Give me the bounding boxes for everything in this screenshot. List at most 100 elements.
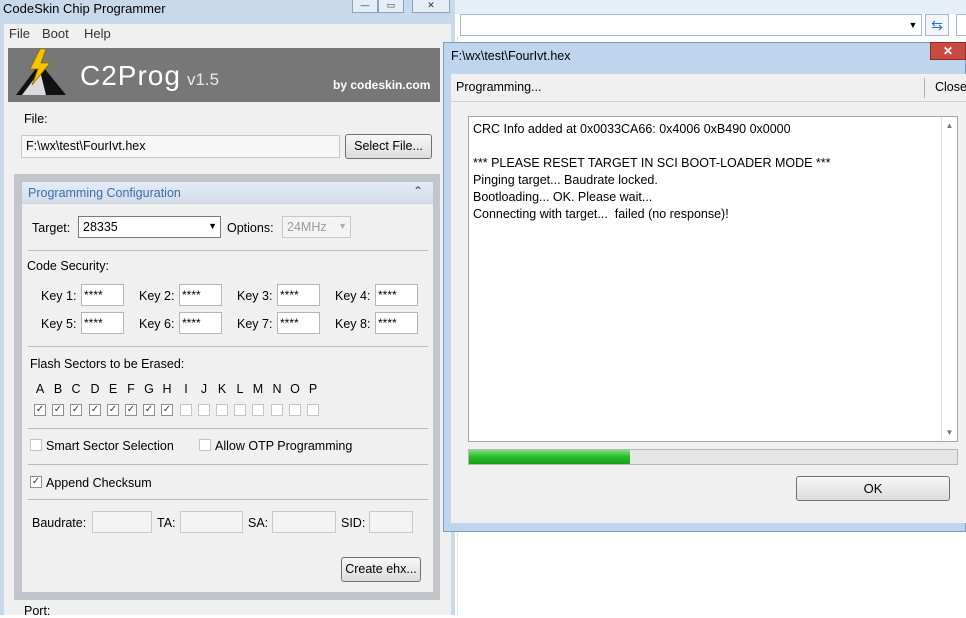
sector-n-checkbox[interactable] (271, 404, 283, 416)
scroll-down-icon[interactable]: ▼ (942, 428, 957, 437)
dialog-close-button[interactable]: Close (935, 80, 966, 94)
app-name-text: C2Prog (80, 60, 181, 91)
background-search-field[interactable] (956, 14, 966, 36)
key-3-input[interactable]: **** (277, 284, 320, 306)
append-checksum-checkbox[interactable]: ✓ (30, 476, 42, 488)
app-version: v1.5 (186, 70, 220, 89)
key-1-label: Key 1: (41, 289, 77, 303)
sector-p-label: P (308, 382, 318, 396)
sector-e-label: E (108, 382, 118, 396)
banner-byline: by codeskin.com (333, 78, 431, 92)
sector-e-checkbox[interactable]: ✓ (107, 404, 119, 416)
ok-button[interactable]: OK (796, 476, 950, 501)
divider (28, 250, 428, 251)
key-8-label: Key 8: (335, 317, 371, 331)
lightning-pyramid-logo (16, 49, 66, 95)
sector-a-checkbox[interactable]: ✓ (34, 404, 46, 416)
maximize-button[interactable]: ▭ (378, 0, 404, 13)
sector-i-checkbox[interactable] (180, 404, 192, 416)
key-7-label: Key 7: (237, 317, 273, 331)
app-banner: C2Prog v1.5 by codeskin.com (8, 48, 440, 102)
background-address-combo[interactable]: ▼ (460, 14, 922, 36)
smart-sector-label: Smart Sector Selection (46, 439, 174, 453)
sector-g-checkbox[interactable]: ✓ (143, 404, 155, 416)
key-7-input[interactable]: **** (277, 312, 320, 334)
select-file-button[interactable]: Select File... (345, 134, 432, 159)
close-window-button[interactable]: ✕ (412, 0, 450, 13)
progress-fill (469, 450, 631, 464)
smart-sector-checkbox[interactable] (30, 439, 42, 451)
divider (28, 428, 428, 429)
scroll-up-icon[interactable]: ▲ (942, 121, 957, 130)
sector-a-label: A (35, 382, 45, 396)
sector-l-checkbox[interactable] (234, 404, 246, 416)
divider (28, 464, 428, 465)
window-title: CodeSkin Chip Programmer (3, 1, 166, 16)
options-select[interactable]: 24MHz ▼ (282, 216, 351, 238)
sid-input[interactable] (369, 511, 413, 533)
menu-file[interactable]: File (9, 26, 30, 41)
sa-input[interactable] (272, 511, 336, 533)
sector-g-label: G (144, 382, 154, 396)
sector-d-checkbox[interactable]: ✓ (89, 404, 101, 416)
options-label: Options: (227, 221, 274, 235)
sector-o-checkbox[interactable] (289, 404, 301, 416)
key-8-input[interactable]: **** (375, 312, 418, 334)
sector-p-checkbox[interactable] (307, 404, 319, 416)
sector-m-checkbox[interactable] (252, 404, 264, 416)
menu-boot[interactable]: Boot (42, 26, 69, 41)
chevron-down-icon: ▼ (338, 221, 347, 231)
sectors-label: Flash Sectors to be Erased: (30, 357, 185, 371)
create-ehx-button[interactable]: Create ehx... (341, 557, 421, 582)
dialog-title: F:\wx\test\FourIvt.hex (451, 49, 571, 63)
sector-m-label: M (252, 382, 264, 396)
minimize-button[interactable]: — (352, 0, 378, 13)
key-2-input[interactable]: **** (179, 284, 222, 306)
log-output-text: CRC Info added at 0x0033CA66: 0x4006 0xB… (473, 122, 831, 221)
target-label: Target: (32, 221, 71, 235)
dialog-close-icon[interactable]: ✕ (930, 42, 966, 60)
toolbar-separator (924, 78, 925, 98)
key-1-input[interactable]: **** (81, 284, 124, 306)
sector-k-checkbox[interactable] (216, 404, 228, 416)
sector-j-checkbox[interactable] (198, 404, 210, 416)
target-value: 28335 (83, 220, 118, 234)
sector-d-label: D (90, 382, 100, 396)
sector-c-label: C (71, 382, 81, 396)
baudrate-input[interactable] (92, 511, 152, 533)
sid-label: SID: (341, 516, 366, 530)
key-4-input[interactable]: **** (375, 284, 418, 306)
sector-o-label: O (290, 382, 300, 396)
sector-j-label: J (200, 382, 208, 396)
chevron-down-icon: ▼ (208, 221, 217, 231)
baudrate-label: Baudrate: (32, 516, 87, 530)
menu-bar (4, 24, 451, 44)
options-value: 24MHz (287, 220, 327, 234)
otp-label: Allow OTP Programming (215, 439, 353, 453)
ta-input[interactable] (180, 511, 243, 533)
sa-label: SA: (248, 516, 269, 530)
refresh-icon[interactable]: ⇆ (925, 14, 949, 36)
menu-help[interactable]: Help (84, 26, 111, 41)
sector-f-checkbox[interactable]: ✓ (125, 404, 137, 416)
chevron-up-double-icon[interactable]: ⌃ (413, 184, 423, 198)
key-3-label: Key 3: (237, 289, 273, 303)
otp-checkbox[interactable] (199, 439, 211, 451)
sector-b-checkbox[interactable]: ✓ (52, 404, 64, 416)
target-select[interactable]: 28335 ▼ (78, 216, 221, 238)
sector-c-checkbox[interactable]: ✓ (70, 404, 82, 416)
sector-h-checkbox[interactable]: ✓ (161, 404, 173, 416)
chevron-down-icon[interactable]: ▼ (905, 15, 921, 35)
key-5-input[interactable]: **** (81, 312, 124, 334)
sector-b-label: B (53, 382, 63, 396)
dialog-status-text: Programming... (456, 80, 542, 94)
file-path-field[interactable]: F:\wx\test\FourIvt.hex (21, 135, 340, 158)
sector-h-label: H (162, 382, 172, 396)
code-security-label: Code Security: (27, 259, 109, 273)
sector-i-label: I (184, 382, 188, 396)
divider (28, 346, 428, 347)
log-scrollbar[interactable]: ▲ ▼ (941, 117, 957, 441)
key-6-input[interactable]: **** (179, 312, 222, 334)
key-2-label: Key 2: (139, 289, 175, 303)
banner-app-name: C2Prog v1.5 (80, 60, 219, 92)
